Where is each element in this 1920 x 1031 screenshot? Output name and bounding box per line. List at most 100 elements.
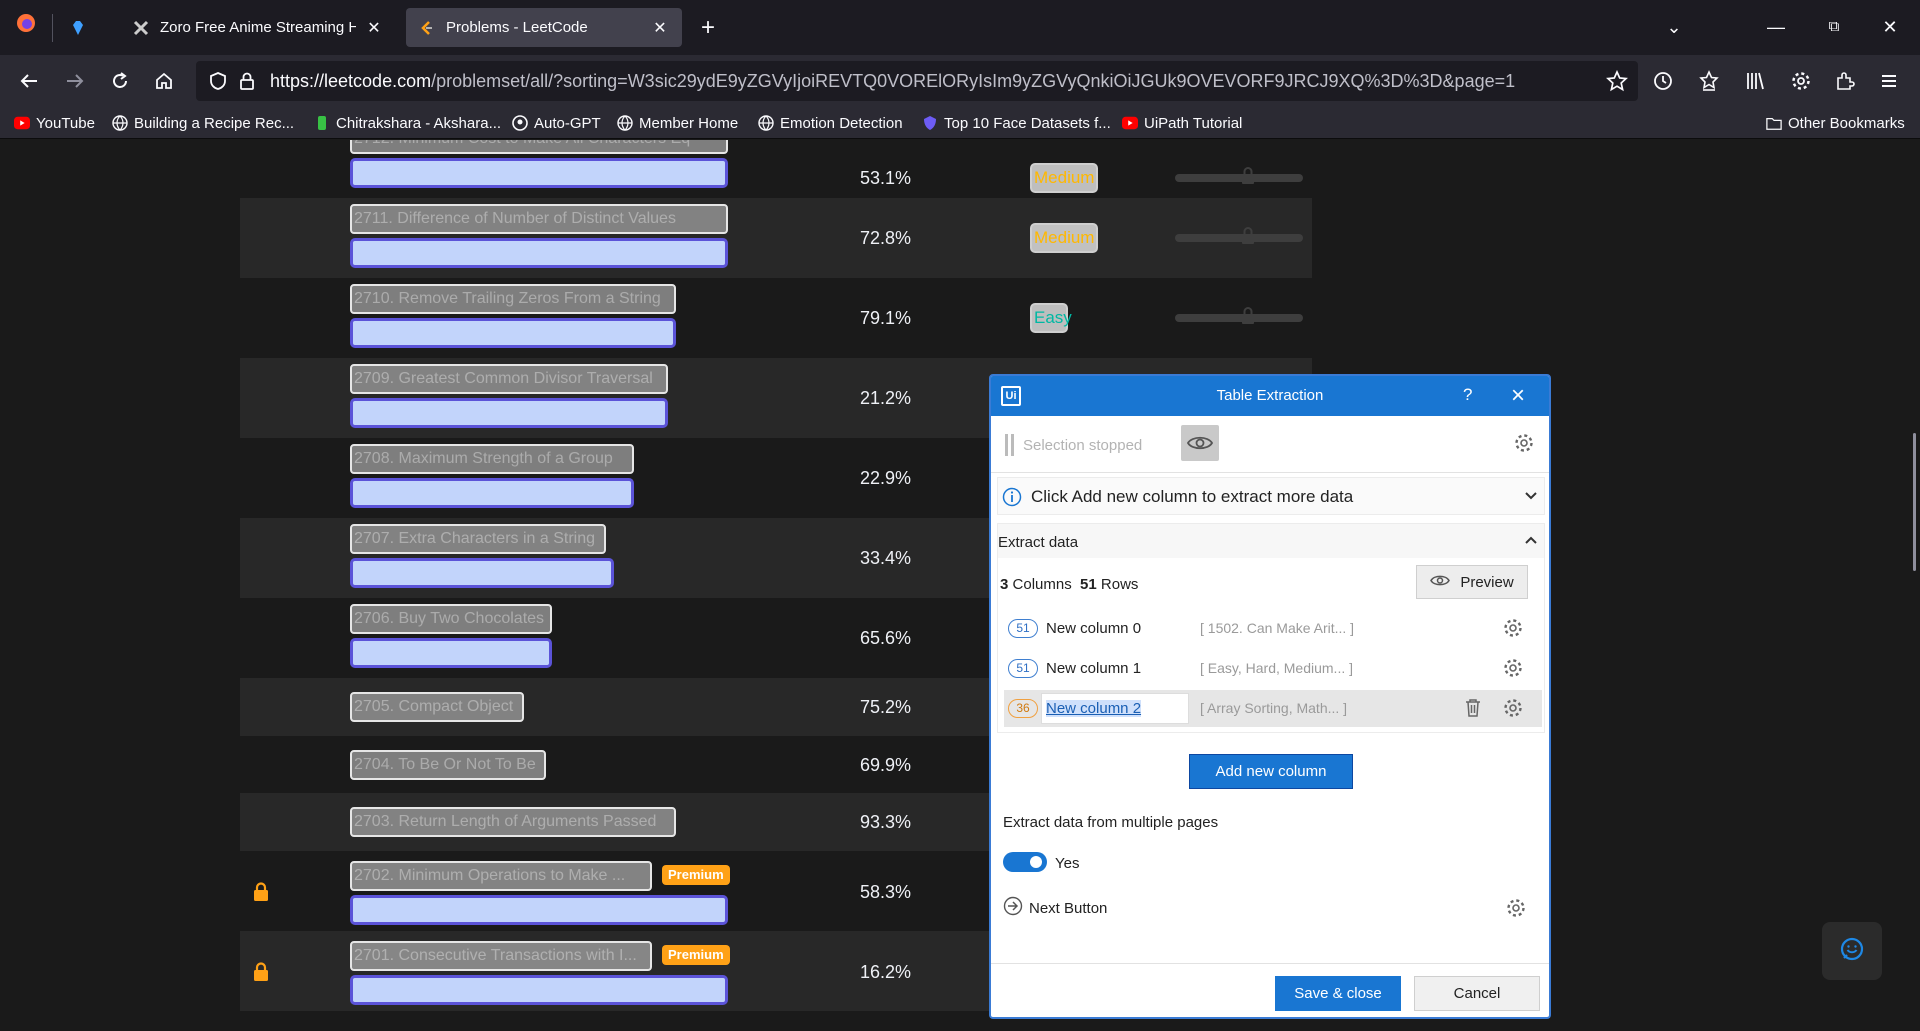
extract-data-header[interactable]: Extract data	[998, 524, 1544, 558]
multi-pages-toggle[interactable]	[1003, 852, 1047, 872]
github-icon	[512, 115, 528, 131]
problem-tags-highlight	[350, 478, 634, 508]
preview-button[interactable]: Preview	[1416, 565, 1528, 599]
problem-title[interactable]: 2711. Difference of Number of Distinct V…	[350, 204, 728, 234]
close-tab-icon[interactable]: ✕	[364, 18, 384, 38]
globe-icon	[758, 115, 774, 131]
column-name[interactable]: New column 0	[1046, 620, 1141, 637]
page-scrollbar[interactable]	[1913, 433, 1916, 571]
table-row[interactable]: 2710. Remove Trailing Zeros From a Strin…	[240, 278, 1312, 358]
problem-tags-highlight	[350, 638, 552, 668]
bookmark-chitrakshara[interactable]: Chitrakshara - Akshara...	[314, 113, 501, 133]
bookmark-label: YouTube	[36, 114, 95, 132]
star-icon[interactable]	[1606, 69, 1628, 97]
premium-badge: Premium	[662, 945, 730, 965]
difficulty-badge: Easy	[1030, 303, 1072, 333]
problem-title[interactable]: 2705. Compact Object	[350, 692, 524, 722]
column-count-badge: 36	[1008, 699, 1038, 718]
new-tab-icon[interactable]: +	[690, 13, 726, 43]
minimize-icon[interactable]: —	[1758, 12, 1794, 42]
acceptance-rate: 58.3%	[860, 882, 912, 902]
gear-icon[interactable]	[1502, 657, 1524, 684]
problem-tags-highlight	[350, 238, 728, 268]
help-icon[interactable]: ?	[1463, 385, 1472, 405]
problem-title[interactable]: 2703. Return Length of Arguments Passed	[350, 807, 676, 837]
bookmark-youtube[interactable]: YouTube	[14, 113, 95, 133]
gear-icon[interactable]	[1513, 432, 1535, 459]
gear-icon[interactable]	[1502, 617, 1524, 644]
hamburger-menu-icon[interactable]	[1874, 66, 1904, 96]
gear-icon[interactable]	[1505, 897, 1527, 924]
gear-icon[interactable]	[1502, 697, 1524, 724]
columns-label: Columns	[1012, 576, 1072, 593]
bookmark-star-list-icon[interactable]	[1694, 66, 1724, 96]
back-icon[interactable]	[14, 66, 44, 96]
add-new-column-button[interactable]: Add new column	[1189, 754, 1353, 789]
problem-title[interactable]: 2706. Buy Two Chocolates	[350, 604, 552, 634]
save-close-button[interactable]: Save & close	[1275, 976, 1401, 1011]
gear-icon[interactable]	[1786, 66, 1816, 96]
lock-icon	[1242, 167, 1254, 184]
bookmark-uipath[interactable]: UiPath Tutorial	[1122, 113, 1242, 133]
close-window-icon[interactable]: ✕	[1872, 12, 1908, 42]
reload-icon[interactable]	[105, 66, 135, 96]
chevron-down-icon[interactable]: ⌄	[1656, 12, 1692, 42]
section-title: Extract data	[998, 534, 1079, 551]
firefox-menu-icon[interactable]	[8, 12, 44, 42]
info-banner[interactable]: Click Add new column to extract more dat…	[997, 477, 1545, 515]
tab-bar: Zoro Free Anime Streaming Ho ✕ Problems …	[0, 0, 1920, 55]
next-button-row[interactable]: Next Button	[1003, 896, 1107, 920]
bookmark-face-datasets[interactable]: Top 10 Face Datasets f...	[922, 113, 1111, 133]
column-row[interactable]: 51 New column 1 [ Easy, Hard, Medium... …	[1004, 650, 1542, 687]
extensions-icon[interactable]	[1830, 66, 1860, 96]
forward-icon[interactable]	[60, 66, 90, 96]
pause-icon[interactable]	[1005, 434, 1014, 456]
problem-title[interactable]: 2708. Maximum Strength of a Group	[350, 444, 634, 474]
globe-icon	[617, 115, 633, 131]
chevron-up-icon[interactable]	[1522, 532, 1540, 555]
chevron-down-icon[interactable]	[1522, 486, 1540, 509]
table-extraction-dialog: Ui Table Extraction ? × Selection stoppe…	[989, 374, 1551, 1019]
column-row-selected[interactable]: 36 New column 2 [ Array Sorting, Math...…	[1004, 690, 1542, 727]
bookmark-autogpt[interactable]: Auto-GPT	[512, 113, 601, 133]
shield-icon[interactable]	[208, 71, 228, 96]
lock-icon	[1242, 307, 1254, 324]
eye-icon[interactable]	[1181, 425, 1219, 461]
youtube-icon	[14, 115, 30, 131]
acceptance-rate: 33.4%	[860, 548, 912, 568]
column-row[interactable]: 51 New column 0 [ 1502. Can Make Arit...…	[1004, 610, 1542, 647]
problem-title[interactable]: 2710. Remove Trailing Zeros From a Strin…	[350, 284, 676, 314]
problem-title[interactable]: 2707. Extra Characters in a String	[350, 524, 606, 554]
trash-icon[interactable]	[1464, 698, 1482, 723]
url-bar[interactable]: https://leetcode.com/problemset/all/?sor…	[196, 61, 1638, 101]
lock-icon[interactable]	[238, 71, 256, 96]
column-name-selected-text: New column 2	[1046, 700, 1142, 717]
difficulty-badge: Medium	[1030, 223, 1098, 253]
feedback-chat-button[interactable]	[1822, 922, 1882, 980]
close-tab-icon[interactable]: ✕	[650, 18, 670, 38]
frequency-bar	[1175, 234, 1303, 242]
tab-zoro[interactable]: Zoro Free Anime Streaming Ho ✕	[120, 8, 396, 47]
bookmark-recipe[interactable]: Building a Recipe Rec...	[112, 113, 294, 133]
problem-title[interactable]: 2712. Minimum Cost to Make All Character…	[350, 140, 728, 154]
history-icon[interactable]	[1648, 66, 1678, 96]
other-bookmarks[interactable]: Other Bookmarks	[1766, 113, 1905, 133]
table-row[interactable]: 2712. Minimum Cost to Make All Character…	[240, 140, 1312, 198]
bookmark-label: Chitrakshara - Akshara...	[336, 114, 502, 132]
problem-title[interactable]: 2702. Minimum Operations to Make ...	[350, 861, 652, 891]
tab-leetcode[interactable]: Problems - LeetCode ✕	[406, 8, 682, 47]
close-icon[interactable]: ×	[1511, 382, 1525, 410]
home-icon[interactable]	[149, 66, 179, 96]
problem-title[interactable]: 2704. To Be Or Not To Be	[350, 750, 546, 780]
restore-icon[interactable]: ⧉	[1816, 12, 1852, 42]
problem-title[interactable]: 2709. Greatest Common Divisor Traversal	[350, 364, 668, 394]
tab-pinned[interactable]	[58, 8, 104, 47]
library-icon[interactable]	[1740, 66, 1770, 96]
bookmark-member-home[interactable]: Member Home	[617, 113, 738, 133]
column-name[interactable]: New column 1	[1046, 660, 1141, 677]
cancel-button[interactable]: Cancel	[1414, 976, 1540, 1011]
bookmark-emotion[interactable]: Emotion Detection	[758, 113, 903, 133]
table-row[interactable]: 2711. Difference of Number of Distinct V…	[240, 198, 1312, 278]
problem-title[interactable]: 2701. Consecutive Transactions with I...	[350, 941, 652, 971]
column-name-input[interactable]: New column 2	[1041, 693, 1189, 724]
